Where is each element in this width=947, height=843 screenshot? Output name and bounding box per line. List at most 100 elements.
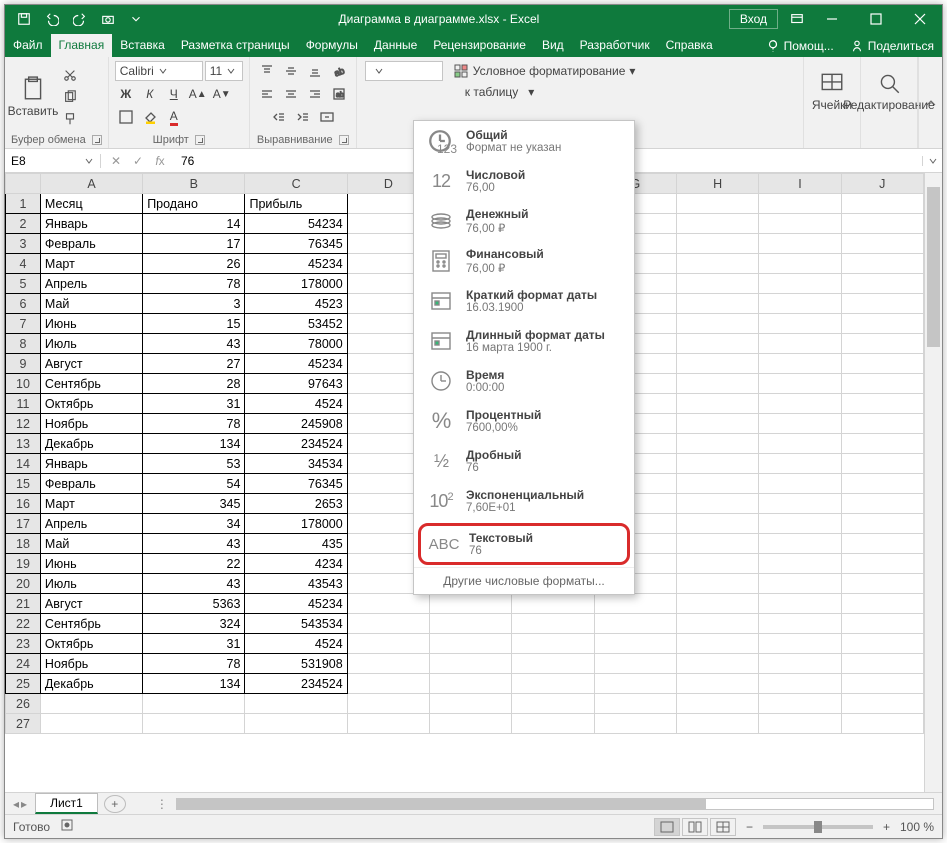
cell[interactable]: Апрель [40, 514, 142, 534]
cell[interactable]: Июнь [40, 554, 142, 574]
orientation-icon[interactable]: ab [328, 61, 350, 81]
cell[interactable] [841, 694, 923, 714]
cell[interactable]: 2653 [245, 494, 347, 514]
font-color-icon[interactable]: A [163, 107, 185, 127]
ribbon-tab-главная[interactable]: Главная [51, 34, 113, 57]
share-button[interactable]: Поделиться [842, 35, 942, 57]
cell[interactable] [143, 714, 245, 734]
format-option-num12[interactable]: 12Числовой76,00 [414, 161, 634, 201]
cell[interactable] [676, 334, 758, 354]
cell[interactable] [841, 494, 923, 514]
cell[interactable] [841, 594, 923, 614]
fx-icon[interactable]: fx [151, 154, 169, 168]
row-header[interactable]: 16 [6, 494, 41, 514]
cell[interactable] [676, 494, 758, 514]
cell[interactable] [512, 614, 594, 634]
cell[interactable] [676, 414, 758, 434]
cell[interactable]: 324 [143, 614, 245, 634]
row-header[interactable]: 21 [6, 594, 41, 614]
cell[interactable]: 78 [143, 274, 245, 294]
cell[interactable]: Декабрь [40, 674, 142, 694]
cell[interactable]: Август [40, 354, 142, 374]
cell[interactable] [759, 674, 841, 694]
cell[interactable]: 76345 [245, 474, 347, 494]
cell[interactable] [841, 474, 923, 494]
cell[interactable]: 4524 [245, 634, 347, 654]
cell[interactable]: 134 [143, 674, 245, 694]
cell[interactable]: 15 [143, 314, 245, 334]
row-header[interactable]: 8 [6, 334, 41, 354]
increase-indent-icon[interactable] [292, 107, 314, 127]
cell[interactable]: Декабрь [40, 434, 142, 454]
cell[interactable]: 53452 [245, 314, 347, 334]
cell[interactable]: 3 [143, 294, 245, 314]
ribbon-tab-вставка[interactable]: Вставка [112, 34, 173, 57]
cell[interactable]: Май [40, 534, 142, 554]
cell[interactable] [841, 254, 923, 274]
zoom-in-icon[interactable]: + [883, 820, 890, 834]
row-header[interactable]: 22 [6, 614, 41, 634]
cell[interactable] [759, 354, 841, 374]
cell[interactable]: Январь [40, 454, 142, 474]
cell[interactable] [594, 694, 676, 714]
cell[interactable] [759, 414, 841, 434]
cell[interactable]: Октябрь [40, 394, 142, 414]
cell[interactable] [759, 394, 841, 414]
cell[interactable] [841, 614, 923, 634]
cell[interactable] [430, 694, 512, 714]
cell[interactable]: Месяц [40, 194, 142, 214]
close-button[interactable] [898, 5, 942, 33]
cell[interactable] [759, 654, 841, 674]
format-option-abc[interactable]: ABCТекстовый76 [418, 523, 630, 565]
format-option-calc[interactable]: Финансовый76,00 ₽ [414, 241, 634, 281]
cell[interactable] [759, 514, 841, 534]
cell[interactable] [594, 614, 676, 634]
cell[interactable] [841, 554, 923, 574]
font-launcher-icon[interactable] [195, 135, 205, 145]
cell[interactable]: 43 [143, 534, 245, 554]
cell[interactable] [759, 254, 841, 274]
ribbon-tab-справка[interactable]: Справка [658, 34, 721, 57]
row-header[interactable]: 27 [6, 714, 41, 734]
decrease-indent-icon[interactable] [268, 107, 290, 127]
cell[interactable] [759, 554, 841, 574]
zoom-level[interactable]: 100 % [900, 820, 934, 834]
cell[interactable] [841, 534, 923, 554]
ribbon-tab-вид[interactable]: Вид [534, 34, 572, 57]
cell[interactable]: 543534 [245, 614, 347, 634]
cell[interactable]: 45234 [245, 254, 347, 274]
clipboard-launcher-icon[interactable] [92, 135, 102, 145]
expand-formula-bar-icon[interactable] [922, 156, 942, 166]
cell[interactable]: Прибыль [245, 194, 347, 214]
cell[interactable]: 5363 [143, 594, 245, 614]
ribbon-tab-разработчик[interactable]: Разработчик [572, 34, 658, 57]
format-option-percent[interactable]: %Процентный7600,00% [414, 401, 634, 441]
row-header[interactable]: 4 [6, 254, 41, 274]
cell[interactable] [759, 334, 841, 354]
row-header[interactable]: 7 [6, 314, 41, 334]
cell[interactable] [676, 394, 758, 414]
cell[interactable] [676, 434, 758, 454]
cell[interactable]: 27 [143, 354, 245, 374]
align-center-icon[interactable] [280, 84, 302, 104]
view-page-break-icon[interactable] [710, 818, 736, 836]
cut-icon[interactable] [59, 65, 81, 85]
column-header[interactable]: C [245, 174, 347, 194]
bold-icon[interactable]: Ж [115, 84, 137, 104]
display-options-icon[interactable] [784, 8, 810, 30]
cell[interactable] [676, 554, 758, 574]
cell[interactable] [676, 634, 758, 654]
cell[interactable] [347, 614, 429, 634]
cell[interactable] [594, 634, 676, 654]
cell[interactable] [430, 634, 512, 654]
cell[interactable]: 14 [143, 214, 245, 234]
cell[interactable]: 28 [143, 374, 245, 394]
cell[interactable] [759, 194, 841, 214]
ribbon-tab-формулы[interactable]: Формулы [298, 34, 366, 57]
view-normal-icon[interactable] [654, 818, 680, 836]
borders-icon[interactable] [115, 107, 137, 127]
cell[interactable] [759, 294, 841, 314]
cell[interactable] [676, 314, 758, 334]
row-header[interactable]: 3 [6, 234, 41, 254]
cell[interactable] [347, 714, 429, 734]
